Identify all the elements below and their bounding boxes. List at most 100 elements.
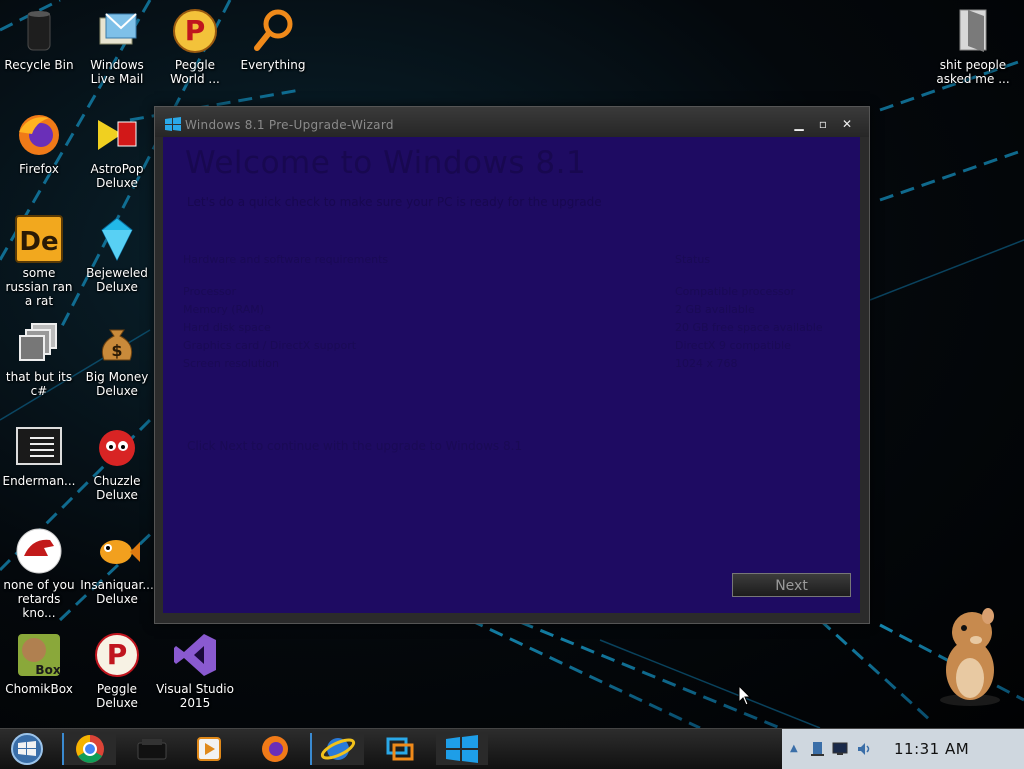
de-icon: De xyxy=(15,215,63,263)
requirement-line: Memory (RAM) xyxy=(183,303,265,316)
windows-logo-icon xyxy=(446,735,478,763)
status-line: 1024 x 768 xyxy=(675,357,738,370)
window-titlebar[interactable]: Windows 8.1 Pre-Upgrade-Wizard ▁ ▫ ✕ xyxy=(155,107,869,137)
pre-upgrade-wizard-window[interactable]: Windows 8.1 Pre-Upgrade-Wizard ▁ ▫ ✕ Wel… xyxy=(154,106,870,624)
desktop-icon-label: Enderman... xyxy=(2,474,76,488)
svg-text:De: De xyxy=(19,227,58,257)
astropop-icon xyxy=(98,120,137,150)
status-line: DirectX 9 compatible xyxy=(675,339,791,352)
footer-note: Click Next to continue with the upgrade … xyxy=(187,439,523,453)
desktop-icon-label: Firefox xyxy=(19,162,59,176)
taskbar-clock[interactable]: 11:31 AM xyxy=(894,740,969,758)
wizard-content-panel: Welcome to Windows 8.1 Let's do a quick … xyxy=(163,137,860,613)
desktop-icon-label: Recycle Bin xyxy=(4,58,74,72)
hamster-box-icon: Box xyxy=(18,634,61,677)
minimize-button[interactable]: ▁ xyxy=(791,117,807,131)
copy-icon xyxy=(19,323,57,361)
desktop-icon-windows-live-mail[interactable]: Windows Live Mail xyxy=(78,6,156,86)
taskbar-ie[interactable] xyxy=(310,733,364,765)
taskbar-printer[interactable] xyxy=(128,733,174,765)
requirement-line: Processor xyxy=(183,285,236,298)
maximize-button[interactable]: ▫ xyxy=(815,117,831,131)
volume-icon[interactable] xyxy=(856,741,872,757)
display-icon[interactable] xyxy=(832,741,848,757)
recycle-bin-icon xyxy=(27,11,51,51)
desktop-icon-big-money[interactable]: $ Big Money Deluxe xyxy=(78,318,156,398)
start-orb-icon xyxy=(11,733,43,765)
network-icon[interactable] xyxy=(810,741,824,757)
system-tray: ▲ 11:31 AM xyxy=(782,729,1024,769)
desktop-icon-some-russian[interactable]: De some russian ran a rat xyxy=(0,214,78,308)
desktop-icon-label: Chuzzle Deluxe xyxy=(93,474,141,502)
desktop-icon-that-but-its-c[interactable]: that but its c# xyxy=(0,318,78,398)
console-icon xyxy=(16,427,62,465)
desktop-icon-none-of-you[interactable]: none of you retards kno... xyxy=(0,526,78,620)
desktop-icon-label: shit people asked me ... xyxy=(936,58,1010,86)
firefox-icon xyxy=(19,115,59,155)
taskbar-chrome[interactable] xyxy=(62,733,116,765)
desktop-icon-label: Peggle World ... xyxy=(170,58,220,86)
status-line: Compatible processor xyxy=(675,285,796,298)
desktop-icon-label: Visual Studio 2015 xyxy=(156,682,234,710)
chrome-icon xyxy=(76,735,104,763)
requirements-header: Hardware and software requirements xyxy=(183,253,389,266)
desktop-icon-peggle-deluxe[interactable]: P Peggle Deluxe xyxy=(78,630,156,710)
show-hidden-icons-chevron-icon[interactable]: ▲ xyxy=(790,743,798,754)
gem-icon xyxy=(101,217,133,262)
visual-studio-icon xyxy=(174,634,216,676)
search-icon xyxy=(254,9,293,51)
taskbar-media-player[interactable] xyxy=(186,733,232,765)
printer-icon xyxy=(137,739,167,760)
windows-logo-icon xyxy=(165,117,181,131)
taskbar-remote-desktop[interactable] xyxy=(376,733,422,765)
close-button[interactable]: ✕ xyxy=(839,117,855,131)
mouse-cursor-icon xyxy=(738,685,752,706)
window-title: Windows 8.1 Pre-Upgrade-Wizard xyxy=(185,118,394,132)
desktop-icon-recycle-bin[interactable]: Recycle Bin xyxy=(0,6,78,72)
desktop-icon-label: Peggle Deluxe xyxy=(96,682,138,710)
wizard-subtitle: Let's do a quick check to make sure your… xyxy=(187,195,602,209)
desktop-icon-chomikbox[interactable]: Box ChomikBox xyxy=(0,630,78,696)
desktop-icon-peggle-world[interactable]: P Peggle World ... xyxy=(156,6,234,86)
peggle-icon: P xyxy=(95,633,139,677)
desktop-icon-everything[interactable]: Everything xyxy=(234,6,312,72)
svg-text:Box: Box xyxy=(35,663,60,677)
desktop-icon-label: Bejeweled Deluxe xyxy=(86,266,148,294)
money-bag-icon: $ xyxy=(101,329,133,361)
firefox-icon xyxy=(262,736,288,762)
desktop-icon-visual-studio[interactable]: Visual Studio 2015 xyxy=(156,630,234,710)
svg-text:P: P xyxy=(107,638,128,671)
ie-icon xyxy=(320,738,356,760)
next-button[interactable]: Next xyxy=(732,573,851,597)
taskbar-wizard-app[interactable] xyxy=(436,733,488,765)
wizard-heading: Welcome to Windows 8.1 xyxy=(185,145,587,181)
mail-icon xyxy=(99,13,137,45)
hamster-mascot-image xyxy=(940,608,1000,706)
desktop-icon-label: Everything xyxy=(240,58,306,72)
start-button[interactable] xyxy=(6,733,48,765)
svg-text:P: P xyxy=(185,14,206,47)
chuzzle-icon xyxy=(99,430,135,466)
desktop-icon-chuzzle[interactable]: Chuzzle Deluxe xyxy=(78,422,156,502)
media-player-icon xyxy=(197,737,221,761)
requirement-line: Hard disk space xyxy=(183,321,271,334)
dino-icon xyxy=(16,528,62,574)
desktop-icon-label: none of you retards kno... xyxy=(3,578,75,620)
requirement-line: Screen resolution xyxy=(183,357,279,370)
desktop-icon-bejeweled[interactable]: Bejeweled Deluxe xyxy=(78,214,156,294)
taskbar-firefox[interactable] xyxy=(252,733,298,765)
desktop-icon-shit-people-folder[interactable]: shit people asked me ... xyxy=(934,6,1012,86)
desktop-icon-enderman[interactable]: Enderman... xyxy=(0,422,78,488)
desktop-icon-insaniquarium[interactable]: Insaniquar... Deluxe xyxy=(78,526,156,606)
desktop-icon-label: Big Money Deluxe xyxy=(85,370,149,398)
status-header: Status xyxy=(675,253,711,266)
desktop-icon-label: some russian ran a rat xyxy=(5,266,73,308)
fish-icon xyxy=(100,540,140,564)
desktop-icon-label: that but its c# xyxy=(5,370,73,398)
remote-desktop-icon xyxy=(386,737,414,761)
desktop-icon-label: ChomikBox xyxy=(5,682,73,696)
desktop-icon-astropop[interactable]: AstroPop Deluxe xyxy=(78,110,156,190)
desktop-icon-firefox[interactable]: Firefox xyxy=(0,110,78,176)
desktop-icon-label: AstroPop Deluxe xyxy=(90,162,144,190)
desktop-icon-label: Windows Live Mail xyxy=(90,58,144,86)
